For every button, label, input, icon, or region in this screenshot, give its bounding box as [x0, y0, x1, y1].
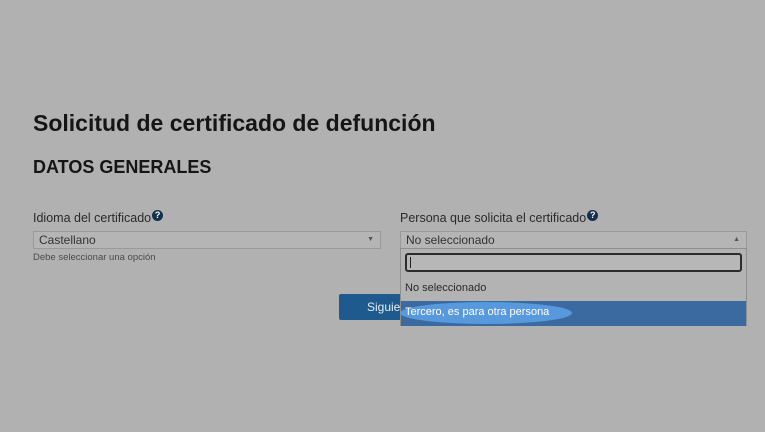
page: Solicitud de certificado de defunción DA… [0, 0, 765, 432]
caret-down-icon: ▼ [367, 236, 374, 243]
text-cursor [410, 257, 411, 268]
option-tercero-label[interactable]: Tercero, es para otra persona [405, 300, 549, 325]
page-title: Solicitud de certificado de defunción [33, 110, 436, 136]
language-label-text: Idioma del certificado [33, 211, 152, 225]
question-circle-icon[interactable]: ? [587, 209, 599, 221]
section-title: DATOS GENERALES [33, 157, 212, 177]
next-button[interactable]: Siguie [339, 294, 409, 320]
next-button-label: Siguie [367, 300, 401, 314]
language-label: Idioma del certificado ? [33, 209, 164, 225]
question-circle-icon[interactable]: ? [152, 209, 164, 221]
dropdown-search-input[interactable] [405, 253, 742, 272]
requester-select[interactable]: No seleccionado ▲ [400, 231, 747, 249]
requester-select-value: No seleccionado [406, 233, 495, 247]
requester-label: Persona que solicita el certificado ? [400, 209, 599, 225]
option-no-seleccionado[interactable]: No seleccionado [401, 276, 746, 301]
language-select[interactable]: Castellano ▼ [33, 231, 381, 249]
language-select-value: Castellano [39, 233, 96, 247]
language-help-text: Debe seleccionar una opción [33, 252, 156, 263]
caret-up-icon: ▲ [733, 236, 740, 243]
requester-label-text: Persona que solicita el certificado [400, 211, 587, 225]
